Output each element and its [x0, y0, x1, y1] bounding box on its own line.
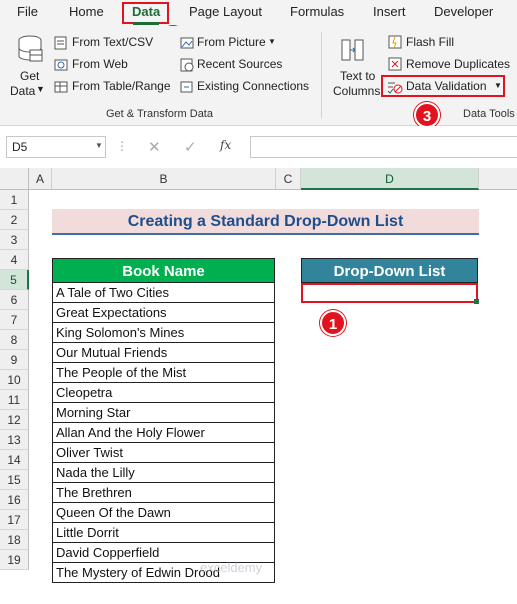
row-header-12[interactable]: 12 — [0, 410, 29, 430]
fill-handle[interactable] — [474, 299, 479, 304]
enter-icon[interactable]: ✓ — [184, 138, 197, 156]
row-header-9[interactable]: 9 — [0, 350, 29, 370]
existing-connections-button[interactable]: Existing Connections — [197, 79, 309, 93]
group-divider — [321, 32, 322, 118]
worksheet-grid[interactable]: A B C D 1 2 3 4 5 6 7 8 9 10 11 12 13 14 15 16 17 18 19 Cr… — [0, 168, 517, 604]
column-header-e[interactable] — [479, 168, 517, 190]
from-table-range-button[interactable]: From Table/Range — [72, 79, 171, 93]
book-cell[interactable]: Queen Of the Dawn — [52, 503, 275, 523]
get-data-label[interactable]: Data — [10, 84, 35, 98]
row-header-6[interactable]: 6 — [0, 290, 29, 310]
web-icon — [54, 59, 68, 71]
book-cell[interactable]: Oliver Twist — [52, 443, 275, 463]
row-header-19[interactable]: 19 — [0, 550, 29, 570]
column-header-c[interactable]: C — [276, 168, 301, 190]
row-header-15[interactable]: 15 — [0, 470, 29, 490]
row-header-14[interactable]: 14 — [0, 450, 29, 470]
book-cell[interactable]: Allan And the Holy Flower — [52, 423, 275, 443]
select-all-corner[interactable] — [0, 168, 29, 190]
book-name-header: Book Name — [52, 258, 275, 283]
formula-bar: D5 ▼ ⋮ ✕ ✓ fx — [0, 126, 517, 168]
column-header-d[interactable]: D — [301, 168, 479, 190]
remove-duplicates-icon — [388, 57, 402, 71]
tab-page-layout[interactable]: Page Layout — [189, 4, 262, 19]
tab-developer[interactable]: Developer — [434, 4, 493, 19]
more-options-icon: ⋮ — [116, 139, 129, 153]
book-cell[interactable]: Our Mutual Friends — [52, 343, 275, 363]
row-header-17[interactable]: 17 — [0, 510, 29, 530]
book-cell[interactable]: Cleopetra — [52, 383, 275, 403]
group-get-transform-label: Get & Transform Data — [106, 108, 213, 120]
book-cell[interactable]: Little Dorrit — [52, 523, 275, 543]
formula-controls: ⋮ ✕ ✓ fx — [112, 136, 247, 158]
ribbon-tabs: File Home Data Page Layout Formulas Inse… — [0, 0, 517, 52]
flash-fill-button[interactable]: Flash Fill — [406, 35, 454, 49]
text-file-icon — [54, 36, 67, 50]
from-picture-button[interactable]: From Picture — [197, 35, 266, 49]
drop-down-cell-d5[interactable] — [301, 283, 478, 303]
row-header-4[interactable]: 4 — [0, 250, 29, 270]
row-header-8[interactable]: 8 — [0, 330, 29, 350]
tab-home[interactable]: Home — [69, 4, 104, 19]
column-header-b[interactable]: B — [52, 168, 276, 190]
book-cell[interactable]: Great Expectations — [52, 303, 275, 323]
tab-insert[interactable]: Insert — [373, 4, 406, 19]
from-web-button[interactable]: From Web — [72, 57, 128, 71]
text-to-columns-icon — [341, 39, 364, 61]
get-data-chevron-icon[interactable]: ▼ — [36, 84, 45, 94]
book-cell[interactable]: The Brethren — [52, 483, 275, 503]
insert-function-icon[interactable]: fx — [220, 138, 231, 152]
existing-connections-icon — [180, 81, 193, 93]
text-to-columns-label[interactable]: Columns — [333, 84, 380, 98]
from-text-csv-button[interactable]: From Text/CSV — [72, 35, 153, 49]
row-header-11[interactable]: 11 — [0, 390, 29, 410]
data-validation-highlight — [381, 75, 505, 97]
picture-icon — [180, 37, 194, 49]
step-badge-1: 1 — [320, 310, 346, 336]
flash-fill-icon — [388, 35, 402, 49]
get-data-button[interactable]: Get — [20, 69, 39, 83]
formula-input[interactable] — [250, 136, 517, 158]
cancel-icon[interactable]: ✕ — [148, 138, 161, 156]
book-cell[interactable]: A Tale of Two Cities — [52, 283, 275, 303]
active-tab-indicator — [133, 22, 159, 25]
row-header-3[interactable]: 3 — [0, 230, 29, 250]
book-cell[interactable]: The People of the Mist — [52, 363, 275, 383]
remove-duplicates-button[interactable]: Remove Duplicates — [406, 57, 510, 71]
tab-formulas[interactable]: Formulas — [290, 4, 344, 19]
row-header-2[interactable]: 2 — [0, 210, 29, 230]
name-box[interactable]: D5 — [6, 136, 106, 158]
database-icon — [18, 35, 43, 62]
group-data-tools-label: Data Tools — [463, 108, 515, 120]
step-badge-3: 3 — [414, 102, 440, 128]
drop-down-list-header: Drop-Down List — [301, 258, 478, 283]
column-header-a[interactable]: A — [29, 168, 52, 190]
book-cell[interactable]: Nada the Lilly — [52, 463, 275, 483]
book-cell[interactable]: Morning Star — [52, 403, 275, 423]
from-picture-chevron-icon[interactable]: ▼ — [268, 37, 276, 46]
exceldemy-watermark: exceldemy — [200, 560, 263, 575]
text-to-columns-button[interactable]: Text to — [340, 69, 375, 83]
row-header-1[interactable]: 1 — [0, 190, 29, 210]
table-icon — [54, 81, 68, 93]
book-cell[interactable]: King Solomon's Mines — [52, 323, 275, 343]
tab-file[interactable]: File — [17, 4, 38, 19]
row-header-13[interactable]: 13 — [0, 430, 29, 450]
row-header-5[interactable]: 5 — [0, 270, 29, 290]
recent-sources-icon — [180, 58, 194, 72]
sheet-title: Creating a Standard Drop-Down List — [52, 209, 479, 235]
row-header-18[interactable]: 18 — [0, 530, 29, 550]
row-header-16[interactable]: 16 — [0, 490, 29, 510]
row-header-7[interactable]: 7 — [0, 310, 29, 330]
row-header-10[interactable]: 10 — [0, 370, 29, 390]
ribbon-data: Get Data ▼ From Text/CSV From Web From T… — [0, 26, 517, 128]
recent-sources-button[interactable]: Recent Sources — [197, 57, 282, 71]
data-tab-highlight — [122, 2, 169, 24]
name-box-chevron-icon[interactable]: ▼ — [95, 141, 103, 150]
